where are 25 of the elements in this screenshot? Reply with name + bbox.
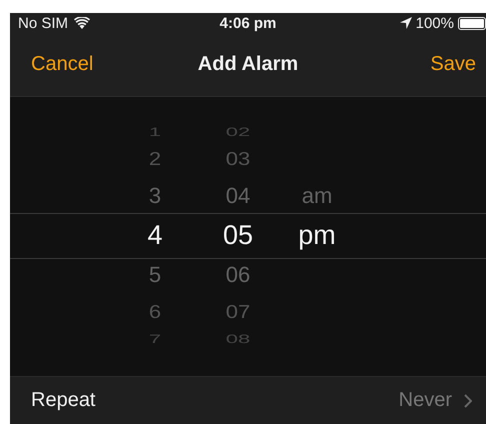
picker-option[interactable]: 2 bbox=[115, 146, 195, 172]
picker-option[interactable]: 3 bbox=[115, 181, 195, 211]
row-label: Repeat bbox=[31, 389, 96, 412]
cancel-button[interactable]: Cancel bbox=[31, 53, 94, 76]
clock-time: 4:06 pm bbox=[220, 14, 276, 32]
picker-option[interactable]: 5 bbox=[115, 260, 195, 290]
battery-icon bbox=[458, 16, 486, 30]
row-value: Never bbox=[398, 389, 452, 412]
screen-title: Add Alarm bbox=[198, 53, 298, 75]
carrier-label: No SIM bbox=[18, 14, 68, 32]
save-button[interactable]: Save bbox=[430, 53, 476, 76]
wifi-icon bbox=[74, 17, 90, 29]
picker-option[interactable]: 04 bbox=[198, 181, 278, 211]
picker-option[interactable]: 06 bbox=[198, 260, 278, 290]
picker-option[interactable]: 6 bbox=[115, 299, 195, 325]
picker-option[interactable]: pm bbox=[277, 220, 357, 250]
picker-option[interactable]: 03 bbox=[198, 146, 278, 172]
picker-option[interactable]: am bbox=[277, 181, 357, 211]
location-arrow-icon bbox=[400, 17, 412, 29]
settings-row[interactable]: Repeat Never bbox=[10, 376, 486, 424]
picker-option[interactable]: 05 bbox=[198, 220, 278, 250]
battery-percent: 100% bbox=[416, 14, 454, 32]
picker-option[interactable]: 07 bbox=[198, 299, 278, 325]
picker-option[interactable]: 4 bbox=[115, 220, 195, 250]
chevron-icon bbox=[464, 394, 472, 408]
